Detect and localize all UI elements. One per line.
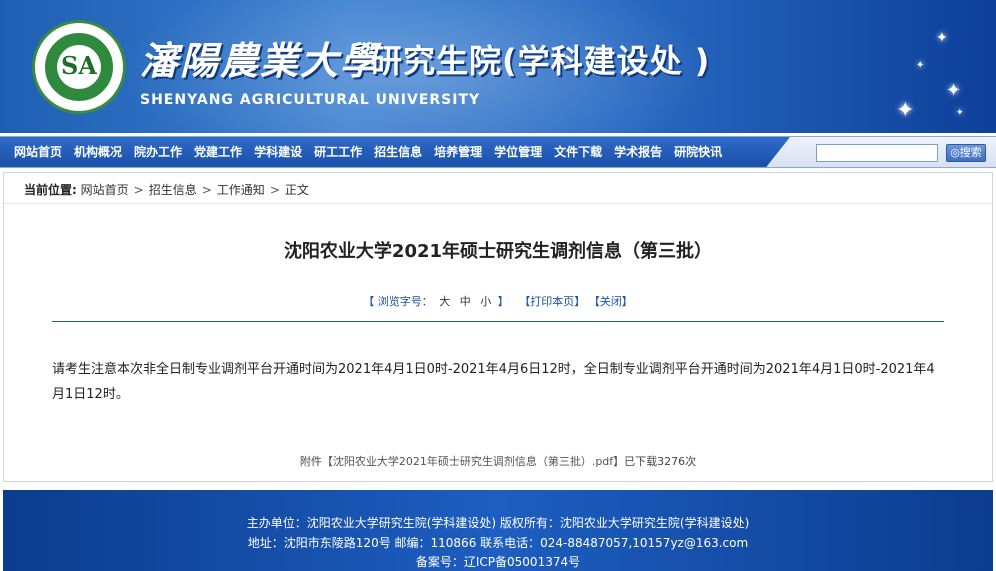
breadcrumb-separator: >: [133, 183, 144, 197]
close-page-link[interactable]: 【关闭】: [589, 295, 633, 308]
article-toolbar: 【 浏览字号： 大 中 小 】 【打印本页】 【关闭】: [4, 293, 992, 309]
nav-item-downloads[interactable]: 文件下载: [548, 137, 608, 167]
institute-title: 研究生院(学科建设处 ): [370, 42, 711, 80]
university-name-cn: 瀋陽農業大學: [140, 38, 381, 83]
nav-item-about[interactable]: 机构概况: [68, 137, 128, 167]
article-body: 请考生注意本次非全日制专业调剂平台开通时间为2021年4月1日0时-2021年4…: [52, 362, 935, 402]
breadcrumb-home[interactable]: 网站首页: [81, 183, 129, 197]
nav-item-reports[interactable]: 学术报告: [608, 137, 668, 167]
university-logo[interactable]: SA: [32, 20, 126, 114]
nav-item-office[interactable]: 院办工作: [128, 137, 188, 167]
toolbar-open-bracket: 【: [363, 295, 375, 308]
attachment-line: 附件【沈阳农业大学2021年硕士研究生调剂信息（第三批）.pdf】已下载3276…: [4, 453, 992, 469]
search-input[interactable]: [816, 144, 938, 162]
nav-item-admissions[interactable]: 招生信息: [368, 137, 428, 167]
breadcrumb-divider: [4, 203, 992, 204]
header-banner: SA 瀋陽農業大學 研究生院(学科建设处 ) SHENYANG AGRICULT…: [0, 0, 996, 133]
search-button[interactable]: ◎搜索: [946, 144, 986, 162]
article-title: 沈阳农业大学2021年硕士研究生调剂信息（第三批）: [283, 241, 713, 262]
breadcrumb-current: 正文: [284, 183, 309, 197]
footer-icp[interactable]: 备案号：辽ICP备05001374号: [3, 553, 993, 570]
breadcrumb-label: 当前位置:: [24, 183, 77, 197]
decorative-stars: ✦ ✦ ✦ ✦ ✦: [886, 20, 976, 130]
star-icon: ✦: [916, 60, 925, 71]
font-size-medium[interactable]: 中: [460, 295, 471, 308]
font-size-large[interactable]: 大: [439, 295, 450, 308]
print-link[interactable]: 【打印本页】: [519, 295, 585, 308]
logo-monogram: SA: [61, 51, 97, 80]
font-size-small[interactable]: 小: [480, 295, 491, 308]
breadcrumb-admissions[interactable]: 招生信息: [149, 183, 197, 197]
attachment-prefix: 附件: [299, 455, 322, 468]
nav-item-news[interactable]: 研院快讯: [668, 137, 728, 167]
nav-item-home[interactable]: 网站首页: [8, 137, 68, 167]
nav-items: 网站首页 机构概况 院办工作 党建工作 学科建设 研工工作 招生信息 培养管理 …: [8, 137, 728, 167]
star-icon: ✦: [956, 108, 964, 118]
main-nav: 网站首页 机构概况 院办工作 党建工作 学科建设 研工工作 招生信息 培养管理 …: [0, 136, 996, 168]
article-container: 当前位置: 网站首页 > 招生信息 > 工作通知 > 正文 沈阳农业大学2021年硕士研究生…: [3, 172, 993, 482]
star-icon: ✦: [946, 80, 962, 101]
nav-item-discipline[interactable]: 学科建设: [248, 137, 308, 167]
nav-item-training[interactable]: 培养管理: [428, 137, 488, 167]
nav-item-party[interactable]: 党建工作: [188, 137, 248, 167]
attachment-link[interactable]: 【沈阳农业大学2021年硕士研究生调剂信息（第三批）.pdf】: [322, 455, 624, 468]
toolbar-close-bracket: 】: [497, 295, 509, 308]
nav-item-degree[interactable]: 学位管理: [488, 137, 548, 167]
breadcrumb-notices[interactable]: 工作通知: [217, 183, 265, 197]
attachment-download-count: 已下载3276次: [624, 455, 697, 468]
footer-address: 地址：沈阳市东陵路120号 邮编：110866 联系电话：024-8848705…: [247, 536, 749, 550]
breadcrumb-separator: >: [269, 183, 280, 197]
star-icon: ✦: [896, 98, 915, 123]
breadcrumb-separator: >: [201, 183, 212, 197]
page-footer: 主办单位：沈阳农业大学研究生院(学科建设处) 版权所有：沈阳农业大学研究生院(学…: [3, 490, 993, 571]
footer-sponsor: 主办单位：沈阳农业大学研究生院(学科建设处) 版权所有：沈阳农业大学研究生院(学…: [246, 516, 750, 530]
university-name-en: SHENYANG AGRICULTURAL UNIVERSITY: [140, 92, 481, 108]
font-size-label: 浏览字号：: [377, 295, 433, 308]
star-icon: ✦: [936, 30, 948, 46]
nav-item-student-work[interactable]: 研工工作: [308, 137, 368, 167]
breadcrumb: 当前位置: 网站首页 > 招生信息 > 工作通知 > 正文: [24, 181, 309, 198]
title-divider: [52, 321, 944, 322]
